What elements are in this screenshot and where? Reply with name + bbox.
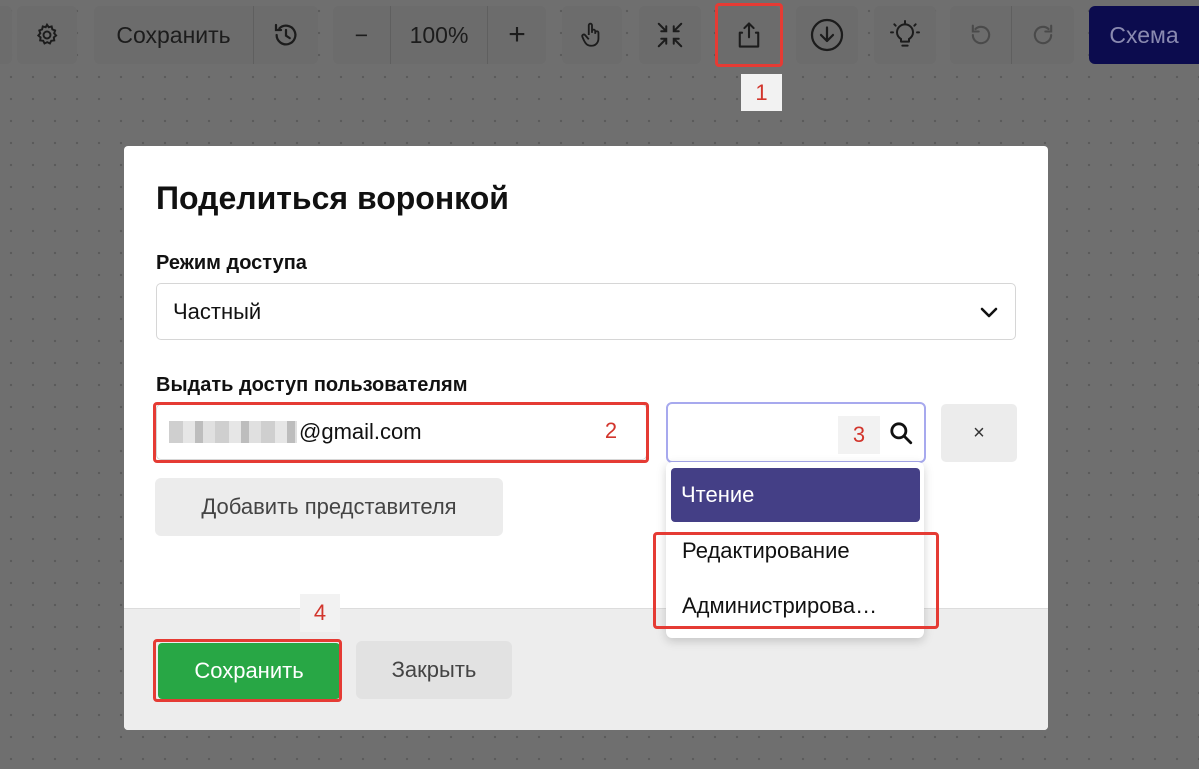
zoom-out-button[interactable]: − — [333, 6, 391, 64]
zoom-level: 100% — [391, 6, 488, 64]
save-history-group: Сохранить — [94, 6, 318, 64]
access-mode-select[interactable]: Частный — [156, 283, 1016, 340]
annotation-3: 3 — [838, 416, 880, 454]
fit-view-button[interactable] — [639, 6, 701, 64]
redo-button[interactable] — [1012, 6, 1074, 64]
search-icon — [888, 420, 914, 446]
zoom-in-icon: + — [508, 18, 526, 51]
zoom-in-button[interactable]: + — [488, 6, 546, 64]
close-button[interactable]: Закрыть — [356, 641, 512, 699]
toolbar-left-edge — [0, 6, 12, 64]
zoom-value: 100% — [409, 21, 469, 48]
undo-icon — [967, 21, 995, 49]
toolbar-save-button[interactable]: Сохранить — [94, 6, 254, 64]
toolbar: Сохранить − 100% + 1 Схема — [0, 0, 1199, 111]
undo-button[interactable] — [950, 6, 1012, 64]
grant-access-label: Выдать доступ пользователям — [156, 374, 468, 396]
annotation-2: 2 — [604, 418, 618, 443]
modal-title: Поделиться воронкой — [156, 180, 509, 216]
lightbulb-icon — [889, 19, 921, 51]
highlight-share — [715, 3, 783, 67]
annotation-1: 1 — [741, 74, 782, 111]
annotation-4: 4 — [300, 594, 340, 632]
schema-button[interactable]: Схема — [1089, 6, 1199, 64]
download-icon — [809, 17, 845, 53]
role-search-input[interactable] — [666, 402, 926, 463]
collapse-icon — [655, 20, 685, 50]
zoom-out-icon: − — [354, 21, 369, 48]
pan-button[interactable] — [562, 6, 622, 64]
add-representative-button[interactable]: Добавить представителя — [155, 478, 503, 536]
redo-icon — [1029, 21, 1057, 49]
undo-redo-group — [950, 6, 1074, 64]
schema-label: Схема — [1109, 21, 1179, 48]
hand-icon — [579, 21, 605, 49]
history-icon — [271, 20, 301, 50]
close-label: Закрыть — [391, 657, 477, 682]
toolbar-save-label: Сохранить — [116, 21, 231, 48]
access-mode-label: Режим доступа — [156, 252, 307, 274]
add-representative-label: Добавить представителя — [201, 494, 457, 519]
history-button[interactable] — [254, 6, 318, 64]
chevron-down-icon — [979, 302, 999, 322]
role-option-read[interactable]: Чтение — [671, 468, 920, 522]
role-option-read-label: Чтение — [681, 482, 755, 507]
highlight-email — [153, 402, 649, 463]
download-button[interactable] — [796, 6, 858, 64]
access-mode-value: Частный — [173, 298, 262, 324]
tips-button[interactable] — [874, 6, 936, 64]
highlight-save — [153, 639, 342, 702]
remove-user-button[interactable]: × — [941, 404, 1017, 462]
settings-button[interactable] — [17, 6, 77, 64]
zoom-group: − 100% + — [333, 6, 546, 64]
gear-icon — [34, 22, 60, 48]
close-icon: × — [973, 421, 985, 444]
highlight-roles — [653, 532, 939, 629]
